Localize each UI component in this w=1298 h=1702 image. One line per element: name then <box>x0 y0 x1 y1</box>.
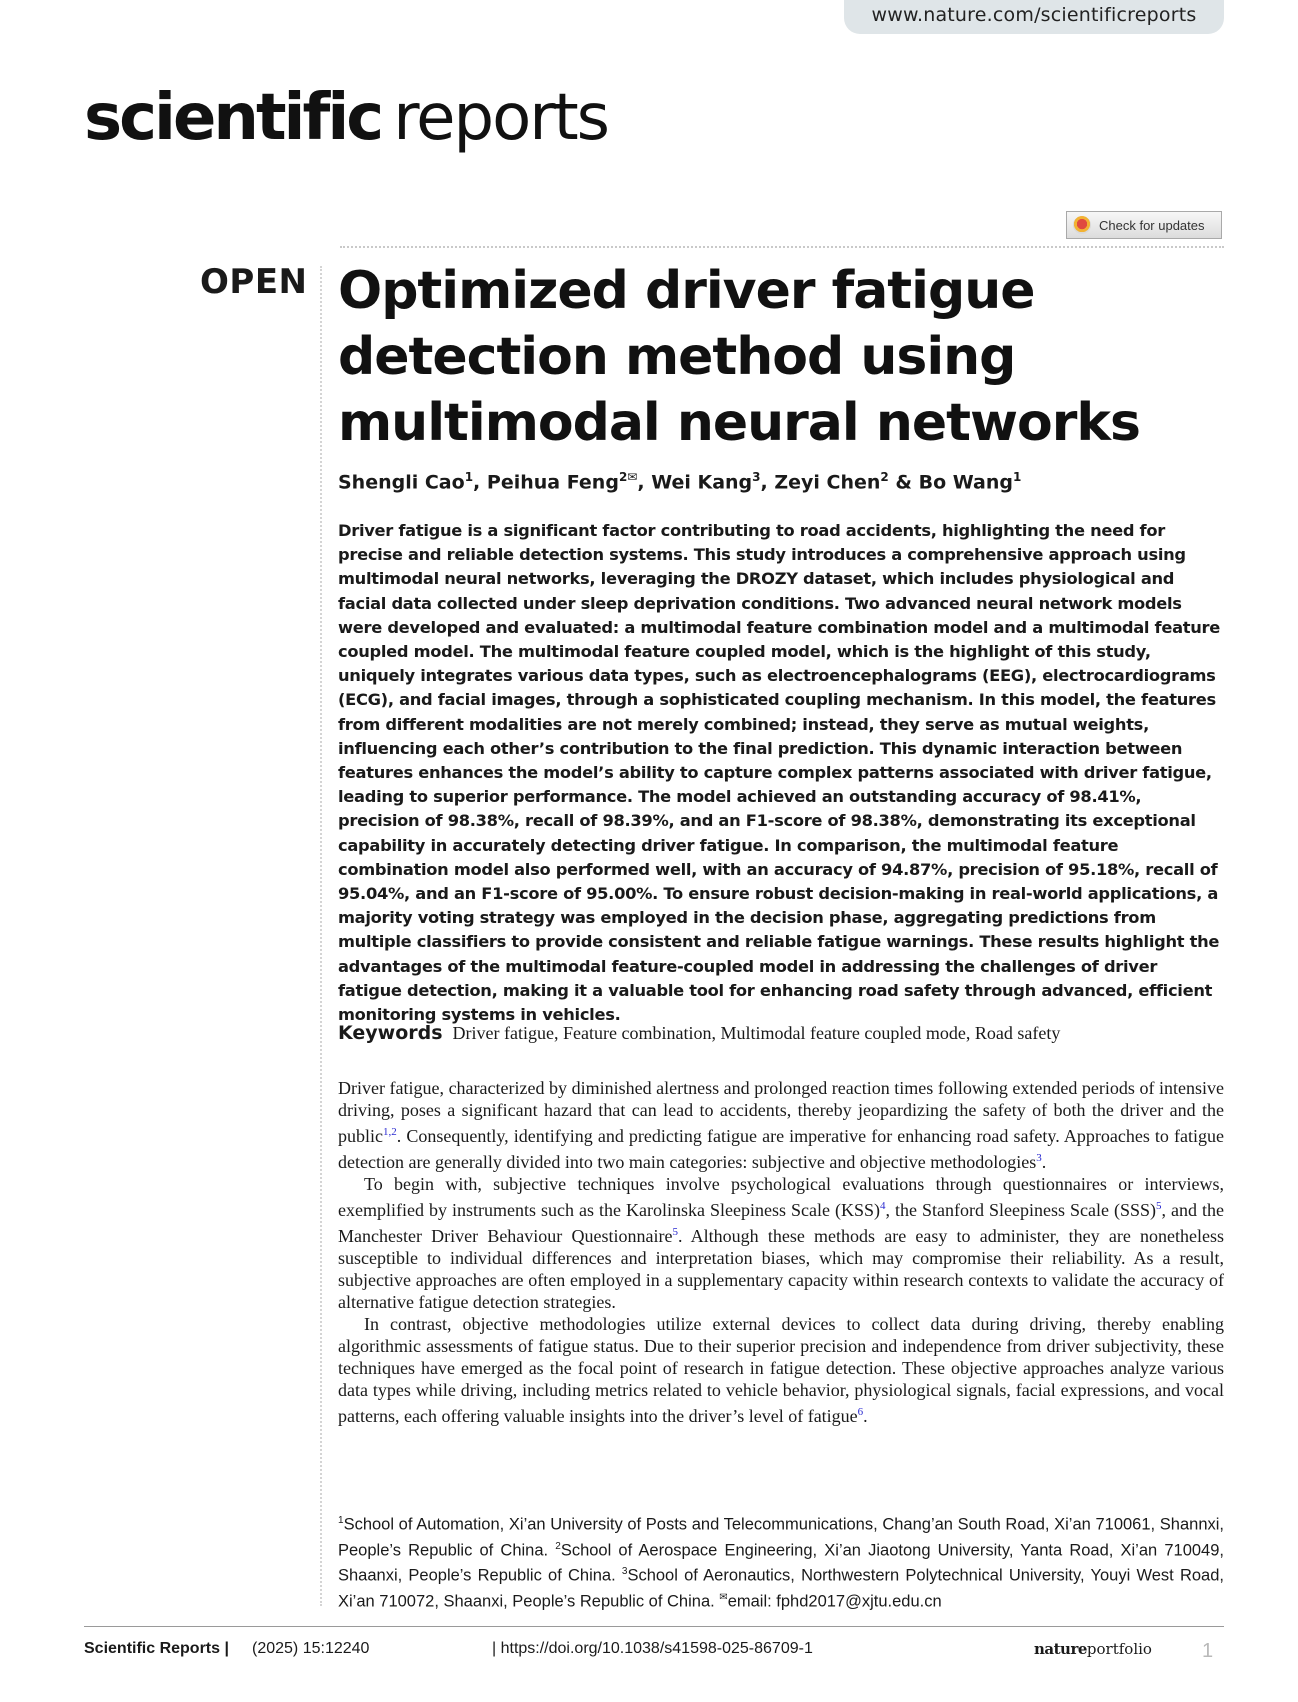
author-name: Bo Wang <box>918 471 1013 494</box>
footer-doi-link[interactable]: | https://doi.org/10.1038/s41598-025-867… <box>492 1640 813 1658</box>
affiliation-text[interactable]: email: fphd2017@xjtu.edu.cn <box>728 1592 942 1610</box>
affiliations: 1School of Automation, Xi’an University … <box>338 1510 1224 1612</box>
brand-bold: nature <box>1034 1640 1087 1658</box>
author-list: Shengli Cao1, Peihua Feng2✉, Wei Kang3, … <box>338 470 1228 493</box>
page-footer: Scientific Reports | (2025) 15:12240 | h… <box>84 1640 1224 1664</box>
check-for-updates-label: Check for updates <box>1099 217 1205 233</box>
brand-regular: portfolio <box>1086 1640 1152 1658</box>
author-affiliation-marker: 2✉ <box>618 470 638 484</box>
author-name: Zeyi Chen <box>774 471 881 494</box>
author-affiliation-marker: 2 <box>880 470 889 484</box>
footer-rule <box>84 1626 1224 1627</box>
keywords-list: Driver fatigue, Feature combination, Mul… <box>452 1023 1061 1043</box>
author-name: Shengli Cao <box>338 471 465 494</box>
email-icon: ✉ <box>719 1591 728 1603</box>
body-paragraph: To begin with, subjective techniques inv… <box>338 1173 1224 1313</box>
author-name: Wei Kang <box>651 471 753 494</box>
check-for-updates-button[interactable]: Check for updates <box>1066 211 1222 239</box>
nature-portfolio-logo: natureportfolio <box>1034 1640 1152 1658</box>
author-separator: , <box>473 471 487 494</box>
body-text: . <box>863 1406 868 1426</box>
header-divider <box>340 246 1224 248</box>
abstract: Driver fatigue is a significant factor c… <box>338 521 1221 1025</box>
author-affiliation-marker: 1 <box>1012 470 1022 484</box>
body-text: . Consequently, identifying and predicti… <box>338 1126 1224 1172</box>
site-url-tab[interactable]: www.nature.com/scientificreports <box>844 0 1224 34</box>
crossmark-icon <box>1073 216 1091 234</box>
body-paragraph: Driver fatigue, characterized by diminis… <box>338 1077 1224 1173</box>
article-body: Driver fatigue, characterized by diminis… <box>338 1077 1224 1427</box>
footer-journal: Scientific Reports | <box>84 1640 229 1657</box>
author-separator: & <box>888 471 919 494</box>
open-access-label: OPEN <box>200 262 308 302</box>
author-name: Peihua Feng <box>486 471 619 494</box>
page-number: 1 <box>1202 1640 1214 1662</box>
author-affiliation-marker: 3 <box>752 470 761 484</box>
body-text: . <box>1041 1152 1047 1172</box>
footer-citation: (2025) 15:12240 <box>252 1640 370 1657</box>
margin-divider <box>320 266 322 1606</box>
body-paragraph: In contrast, objective methodologies uti… <box>338 1313 1224 1427</box>
journal-logo: scientific reports <box>84 78 610 158</box>
body-text: In contrast, objective methodologies uti… <box>338 1314 1224 1426</box>
keywords: Keywords Driver fatigue, Feature combinat… <box>338 1022 1224 1044</box>
body-text: , the Stanford Sleepiness Scale (SSS) <box>885 1200 1156 1220</box>
article-title: Optimized driver fatigue detection metho… <box>338 261 1141 453</box>
author-separator: , <box>637 471 652 494</box>
logo-regular-text: reports <box>393 81 610 155</box>
author-separator: , <box>760 471 775 494</box>
keywords-heading: Keywords <box>338 1022 443 1044</box>
logo-bold-text: scientific <box>84 81 384 155</box>
author-affiliation-marker: 1 <box>464 470 474 484</box>
citation-link[interactable]: 1,2 <box>383 1126 397 1138</box>
